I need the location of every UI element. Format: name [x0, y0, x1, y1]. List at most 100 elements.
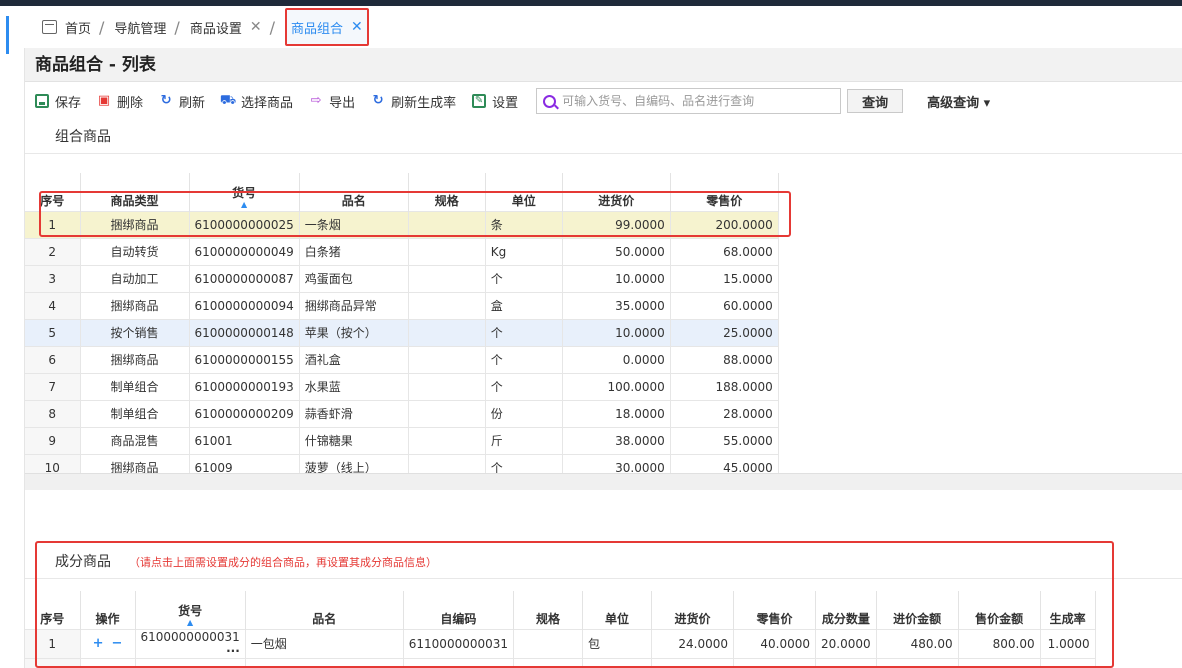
tab-goods-combo[interactable]: 商品组合 ✕	[284, 8, 369, 46]
table-header: 序号 操作 货号 ▲ 品名 自编码 规格 单位 进货价 零售价 成分数量 进价金额…	[25, 591, 1096, 629]
table-row[interactable]: 7 制单组合 6100000000193 水果蓝 个 100.0000 188.0000	[25, 372, 779, 400]
cell-spec	[408, 345, 486, 373]
table-row[interactable]: 9 商品混售 61001 什锦糖果 斤 38.0000 55.0000	[25, 426, 779, 454]
cell-code: 6100000000087	[189, 264, 300, 292]
table-header: 序号 商品类型 货号 ▲ 品名 规格 单位 进货价 零售价	[25, 173, 779, 211]
cell-unit: Kg	[485, 237, 563, 265]
table-row[interactable]: 1 捆绑商品 6100000000025 一条烟 条 99.0000 200.0000	[25, 210, 779, 238]
add-row-icon[interactable]: +	[93, 636, 104, 651]
save-icon	[35, 94, 49, 108]
settings-button[interactable]: ✎ 设置	[472, 92, 518, 111]
code-value: 6100000000031	[140, 629, 240, 644]
close-icon[interactable]: ✕	[351, 19, 363, 35]
export-icon: ⇨	[310, 93, 322, 108]
table-row[interactable]: 2 自动转货 6100000000049 白条猪 Kg 50.0000 68.0000	[25, 237, 779, 265]
table-row[interactable]: 6 捆绑商品 6100000000155 酒礼盒 个 0.0000 88.0000	[25, 345, 779, 373]
col-header[interactable]: 进货价	[562, 173, 671, 211]
cell-ops: +−	[80, 657, 136, 668]
col-header[interactable]: 序号	[25, 591, 81, 629]
col-header-label: 货号	[232, 185, 257, 200]
save-label: 保存	[55, 95, 82, 111]
remove-row-icon[interactable]: −	[112, 664, 123, 668]
horizontal-scrollbar[interactable]	[25, 473, 1182, 490]
export-label: 导出	[329, 95, 356, 111]
component-title: 成分商品	[55, 554, 111, 570]
col-header[interactable]: 品名	[245, 591, 404, 629]
col-header[interactable]: 单位	[582, 591, 653, 629]
remove-row-icon[interactable]: −	[112, 636, 123, 651]
cell-no: 9	[25, 426, 81, 454]
cell-code[interactable]: 6100000000031 ···	[135, 628, 246, 658]
cell-price_amt: 800.00	[958, 628, 1041, 658]
save-button[interactable]: 保存	[35, 92, 81, 111]
col-header[interactable]: 品名	[299, 173, 409, 211]
cell-selfcode: 6110000000031	[403, 628, 515, 658]
table-row[interactable]: 8 制单组合 6100000000209 蒜香虾滑 份 18.0000 28.0000	[25, 399, 779, 427]
export-button[interactable]: ⇨ 导出	[309, 92, 355, 111]
refresh-button[interactable]: ↻ 刷新	[159, 92, 205, 111]
cell-cost_amt	[876, 657, 959, 668]
col-header[interactable]: 操作	[80, 591, 136, 629]
search-input[interactable]	[562, 94, 833, 108]
cell-name: 一包烟	[245, 628, 404, 658]
col-header[interactable]: 进货价	[651, 591, 735, 629]
tab-nav-manage[interactable]: 导航管理 /	[114, 6, 189, 48]
cell-price_amt	[958, 657, 1041, 668]
col-header[interactable]: 售价金额	[958, 591, 1041, 629]
cell-no: 1	[25, 210, 81, 238]
cell-spec	[408, 318, 486, 346]
cell-price: 60.0000	[670, 291, 779, 319]
col-header[interactable]: 货号 ▲	[135, 591, 246, 629]
cell-spec	[513, 657, 584, 668]
col-header[interactable]: 生成率	[1040, 591, 1096, 629]
table-row[interactable]: 3 自动加工 6100000000087 鸡蛋面包 个 10.0000 15.0000	[25, 264, 779, 292]
cell-no: 2	[25, 237, 81, 265]
col-header[interactable]: 规格	[513, 591, 584, 629]
search-icon	[543, 94, 557, 108]
refresh-rate-button[interactable]: ↻ 刷新生成率	[371, 92, 456, 111]
col-header[interactable]: 货号 ▲	[189, 173, 300, 211]
col-header[interactable]: 零售价	[670, 173, 779, 211]
cell-cost_amt: 480.00	[876, 628, 959, 658]
cell-name: 水果蓝	[299, 372, 409, 400]
cell-name: 一条烟	[299, 210, 409, 238]
query-button[interactable]: 查询	[847, 89, 904, 113]
table-row[interactable]: 2+−···	[25, 657, 1096, 668]
caret-down-icon: ▾	[979, 95, 991, 111]
col-header[interactable]: 商品类型	[80, 173, 190, 211]
advanced-query-button[interactable]: 高级查询 ▾	[927, 92, 990, 111]
table-row[interactable]: 5 按个销售 6100000000148 苹果（按个） 个 10.0000 25.0000	[25, 318, 779, 346]
table-row[interactable]: 4 捆绑商品 6100000000094 捆绑商品异常 盒 35.0000 60.0000	[25, 291, 779, 319]
cell-code: 6100000000193	[189, 372, 300, 400]
col-header[interactable]: 进价金额	[876, 591, 959, 629]
tab-home[interactable]: 首页 /	[24, 6, 114, 48]
tab-bar: 首页 / 导航管理 / 商品设置 ✕ / 商品组合 ✕	[24, 6, 1182, 48]
cell-price: 55.0000	[670, 426, 779, 454]
close-icon[interactable]: ✕	[250, 19, 262, 35]
col-header[interactable]: 成分数量	[815, 591, 877, 629]
cell-spec	[513, 628, 584, 658]
home-icon	[42, 20, 57, 34]
col-header[interactable]: 规格	[408, 173, 486, 211]
select-goods-button[interactable]: ⛟ 选择商品	[220, 92, 293, 111]
col-header[interactable]: 单位	[485, 173, 563, 211]
cell-cost: 100.0000	[562, 372, 671, 400]
table-row[interactable]: 1 + −6100000000031 ··· 一包烟 6110000000031 包 24.0…	[25, 628, 1096, 658]
cell-no: 8	[25, 399, 81, 427]
col-header[interactable]: 零售价	[733, 591, 817, 629]
tab-goods-settings[interactable]: 商品设置 ✕ /	[190, 6, 285, 48]
cell-code[interactable]: ···	[135, 657, 246, 668]
cell-rate	[1040, 657, 1096, 668]
refresh-label: 刷新	[179, 95, 206, 111]
delete-icon: ▣	[97, 93, 111, 108]
cell-cost: 0.0000	[562, 345, 671, 373]
delete-button[interactable]: ▣ 删除	[97, 92, 143, 111]
add-row-icon[interactable]: +	[93, 664, 104, 668]
tab-label: 商品设置	[189, 21, 242, 37]
cell-type: 捆绑商品	[80, 210, 190, 238]
cell-ops: +−	[80, 628, 136, 658]
col-header[interactable]: 自编码	[403, 591, 515, 629]
more-button[interactable]: ···	[226, 644, 240, 658]
combo-table: 序号 商品类型 货号 ▲ 品名 规格 单位 进货价 零售价 1 捆绑商品 610000…	[25, 173, 779, 481]
col-header[interactable]: 序号	[25, 173, 81, 211]
